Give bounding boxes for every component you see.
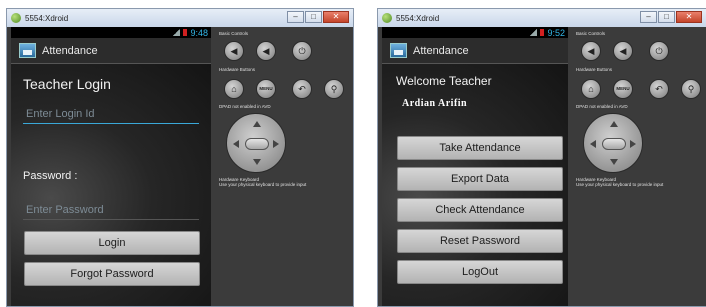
dpad-up-icon[interactable]: [610, 121, 618, 127]
home-icon[interactable]: ⌂: [224, 79, 244, 99]
maximize-button[interactable]: □: [305, 11, 322, 23]
volume-down-icon[interactable]: ◀: [581, 41, 601, 61]
password-label: Password :: [23, 170, 78, 182]
export-data-button[interactable]: Export Data: [397, 167, 563, 191]
volume-down-icon[interactable]: ◀: [224, 41, 244, 61]
app-title: Attendance: [413, 44, 469, 57]
dpad-right-icon[interactable]: [630, 140, 636, 148]
check-attendance-button[interactable]: Check Attendance: [397, 198, 563, 222]
power-icon[interactable]: ⏻: [292, 41, 312, 61]
window-title: 5554:Xdroid: [25, 13, 69, 23]
action-bar: Attendance: [11, 38, 211, 64]
forgot-password-button[interactable]: Forgot Password: [24, 262, 200, 286]
search-icon[interactable]: ⚲: [681, 79, 701, 99]
status-bar: 9:48: [11, 27, 211, 38]
window-titlebar: 5554:Xdroid – □ ✕: [7, 9, 353, 27]
emulator-app-icon: [11, 13, 21, 23]
signal-icon: [173, 29, 181, 36]
dpad-center-button[interactable]: [602, 138, 626, 150]
status-clock: 9:52: [547, 27, 565, 38]
dpad-left-icon[interactable]: [233, 140, 239, 148]
close-button[interactable]: ✕: [676, 11, 702, 23]
basic-controls-label: Basic Controls: [219, 31, 249, 36]
logout-button[interactable]: LogOut: [397, 260, 563, 284]
search-icon[interactable]: ⚲: [324, 79, 344, 99]
menu-content: Welcome Teacher Ardian Arifin Take Atten…: [382, 64, 568, 306]
emulator-window-menu: 5554:Xdroid – □ ✕ 9:52 Attendance Welcom…: [377, 8, 706, 307]
phone-screen: 9:52 Attendance Welcome Teacher Ardian A…: [382, 27, 568, 306]
action-bar: Attendance: [382, 38, 568, 64]
battery-icon: [540, 29, 545, 36]
menu-icon[interactable]: MENU: [256, 79, 276, 99]
login-content: Teacher Login Enter Login Id Password : …: [11, 64, 211, 306]
status-bar: 9:52: [382, 27, 568, 38]
volume-up-icon[interactable]: ◀: [256, 41, 276, 61]
menu-icon[interactable]: MENU: [613, 79, 633, 99]
hardware-buttons-label: Hardware Buttons: [576, 67, 613, 72]
maximize-button[interactable]: □: [658, 11, 675, 23]
login-id-input[interactable]: Enter Login Id: [23, 104, 199, 124]
dpad-control[interactable]: [583, 113, 643, 173]
emulator-window-login: 5554:Xdroid – □ ✕ 9:48 Attendance Teache…: [6, 8, 354, 307]
window-title: 5554:Xdroid: [396, 13, 440, 23]
password-input[interactable]: Enter Password: [23, 200, 199, 220]
minimize-button[interactable]: –: [640, 11, 657, 23]
app-logo-icon: [390, 43, 407, 58]
window-titlebar: 5554:Xdroid – □ ✕: [378, 9, 706, 27]
dpad-control[interactable]: [226, 113, 286, 173]
signal-icon: [530, 29, 538, 36]
teacher-name: Ardian Arifin: [402, 98, 468, 109]
login-button[interactable]: Login: [24, 231, 200, 255]
keyboard-note-text: Use your physical keyboard to provide in…: [576, 182, 664, 187]
status-clock: 9:48: [190, 27, 208, 38]
phone-screen: 9:48 Attendance Teacher Login Enter Logi…: [11, 27, 211, 306]
back-icon[interactable]: ↶: [292, 79, 312, 99]
battery-icon: [183, 29, 188, 36]
power-icon[interactable]: ⏻: [649, 41, 669, 61]
dpad-center-button[interactable]: [245, 138, 269, 150]
emulator-controls-panel: Basic Controls ◀ ◀ ⏻ Hardware Buttons ⌂ …: [216, 27, 353, 306]
back-icon[interactable]: ↶: [649, 79, 669, 99]
app-title: Attendance: [42, 44, 98, 57]
keyboard-note-text: Use your physical keyboard to provide in…: [219, 182, 307, 187]
page-title: Teacher Login: [23, 76, 111, 92]
home-icon[interactable]: ⌂: [581, 79, 601, 99]
hardware-buttons-label: Hardware Buttons: [219, 67, 256, 72]
emulator-controls-panel: Basic Controls ◀ ◀ ⏻ Hardware Buttons ⌂ …: [573, 27, 706, 306]
dpad-down-icon[interactable]: [610, 159, 618, 165]
basic-controls-label: Basic Controls: [576, 31, 606, 36]
volume-up-icon[interactable]: ◀: [613, 41, 633, 61]
dpad-right-icon[interactable]: [273, 140, 279, 148]
reset-password-button[interactable]: Reset Password: [397, 229, 563, 253]
take-attendance-button[interactable]: Take Attendance: [397, 136, 563, 160]
page-title: Welcome Teacher: [396, 74, 492, 88]
dpad-up-icon[interactable]: [253, 121, 261, 127]
dpad-down-icon[interactable]: [253, 159, 261, 165]
app-logo-icon: [19, 43, 36, 58]
minimize-button[interactable]: –: [287, 11, 304, 23]
dpad-note: DPAD not enabled in AVD: [219, 104, 271, 109]
dpad-left-icon[interactable]: [590, 140, 596, 148]
close-button[interactable]: ✕: [323, 11, 349, 23]
emulator-app-icon: [382, 13, 392, 23]
dpad-note: DPAD not enabled in AVD: [576, 104, 628, 109]
